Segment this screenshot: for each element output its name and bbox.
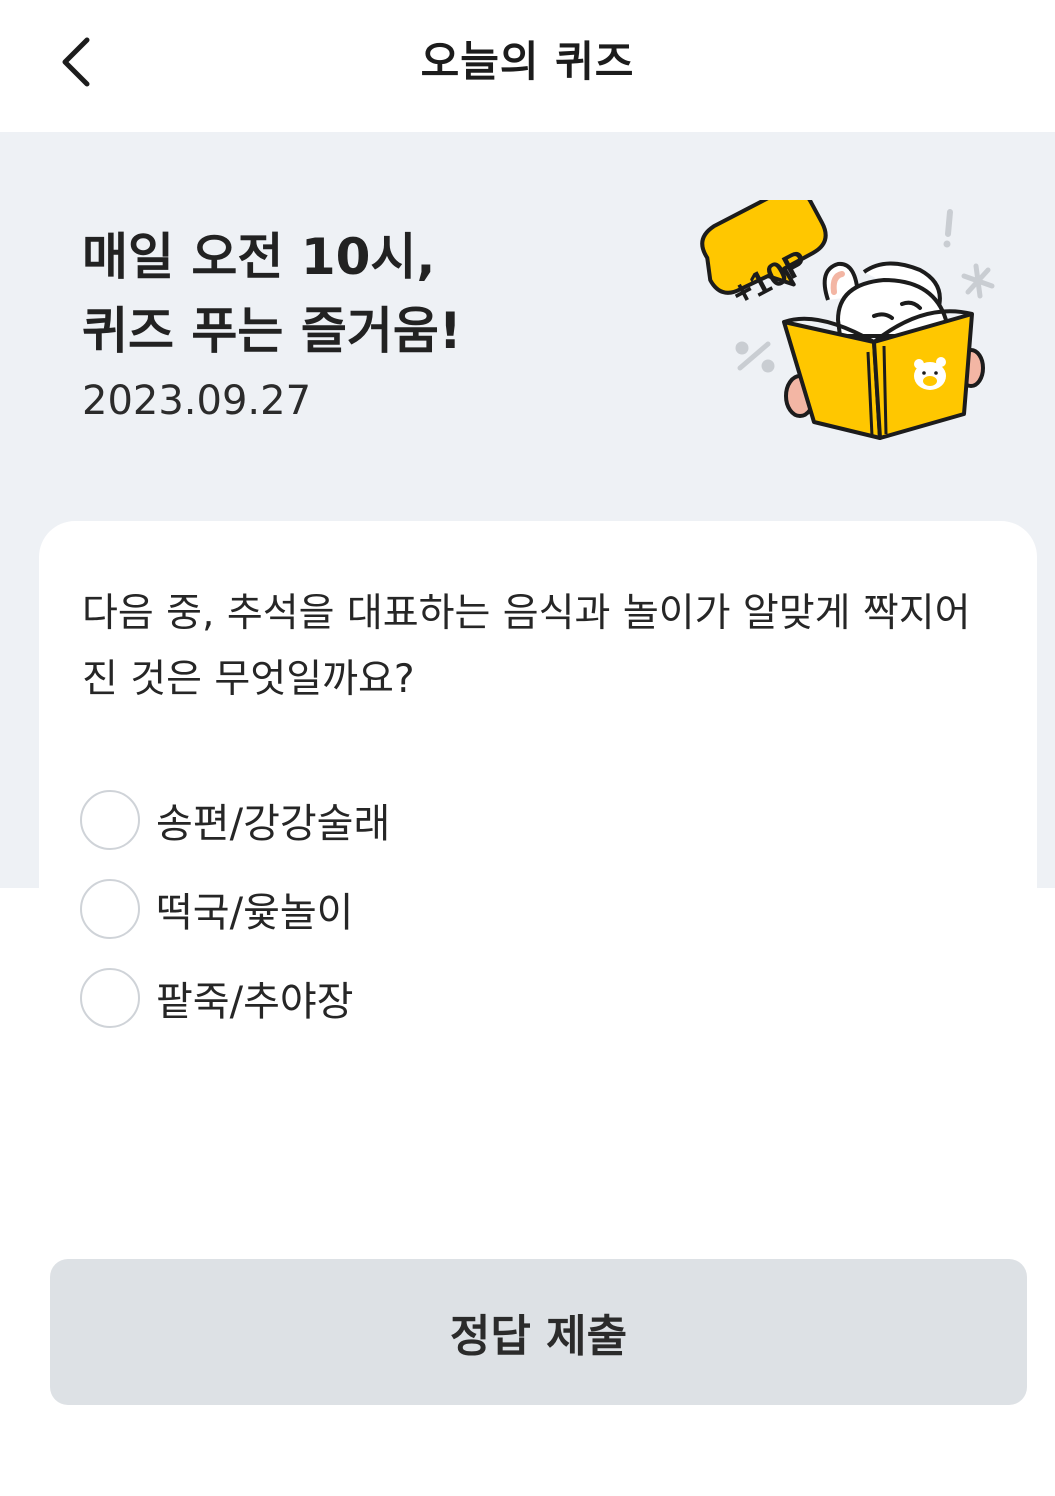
percent-icon [735,341,775,373]
page-title: 오늘의 퀴즈 [420,37,635,86]
app-header: 오늘의 퀴즈 [0,0,1055,132]
submit-answer-button[interactable]: 정답 제출 [50,1259,1027,1405]
quiz-date: 2023.09.27 [82,378,312,424]
answer-option-label: 떡국/윷놀이 [156,890,354,936]
bunny-reading-book-illustration: +10P [700,200,995,440]
answer-option-1[interactable]: 송편/강강술래 [80,788,390,852]
answer-option-2[interactable]: 떡국/윷놀이 [80,877,353,941]
points-badge: +10P [700,200,828,314]
radio-button[interactable] [80,968,140,1028]
answer-option-3[interactable]: 팥죽/추야장 [80,966,353,1030]
answer-option-label: 송편/강강술래 [156,801,391,847]
answer-option-label: 팥죽/추야장 [156,979,354,1025]
quiz-question: 다음 중, 추석을 대표하는 음식과 놀이가 알맞게 짝지어 진 것은 무엇일까… [82,591,971,702]
hero-title: 매일 오전 10시, 퀴즈 푸는 즐거움! [82,228,462,360]
radio-button[interactable] [80,790,140,850]
radio-button[interactable] [80,879,140,939]
asterisk-icon [961,263,995,299]
exclamation-mark-icon [943,209,953,248]
